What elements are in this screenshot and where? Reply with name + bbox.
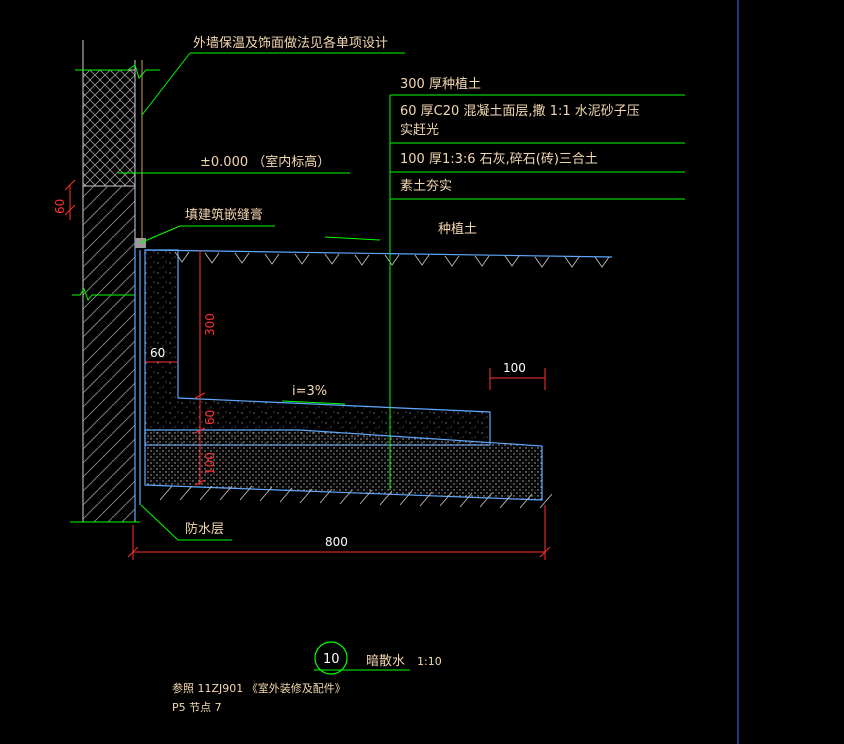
reference-line-2: P5 节点 7 [172,701,222,714]
layer-2: 60 厚C20 混凝土面层,撒 1:1 水泥砂子压 [400,103,640,119]
detail-number: 10 [323,652,340,667]
detail-title: 暗散水 [366,654,405,669]
layer-3: 100 厚1:3:6 石灰,碎石(砖)三合土 [400,152,598,167]
dim-300: 300 [203,313,217,336]
layer-2b: 实赶光 [400,123,439,138]
wall-finish-note: 外墙保温及饰面做法见各单项设计 [193,35,388,51]
reference-line-1: 参照 11ZJ901 《室外装修及配件》 [172,681,346,695]
dim-800: 800 [325,535,348,549]
planting-soil-label: 种植土 [438,222,477,237]
joint-note: 填建筑嵌缝膏 [185,207,263,223]
slope-label: i=3% [292,384,327,399]
detail-scale: 1:10 [417,655,442,668]
dim-wall-60: 60 [53,199,67,214]
dim-60-vert: 60 [203,410,217,425]
dim-60-horiz: 60 [150,346,165,360]
dimensions [64,179,551,560]
leaders [118,52,685,671]
waterproof-note: 防水层 [185,521,224,537]
floor-level-note: ±0.000 （室内标高） [200,154,330,170]
dim-100-horiz: 100 [503,361,526,375]
detail-drawing: 外墙保温及饰面做法见各单项设计 ±0.000 （室内标高） 填建筑嵌缝膏 种植土… [53,0,739,744]
concrete-apron [135,238,543,501]
layer-1: 300 厚种植土 [400,77,481,92]
layer-4: 素土夯实 [400,179,452,194]
dim-100-vert: 100 [203,452,217,475]
